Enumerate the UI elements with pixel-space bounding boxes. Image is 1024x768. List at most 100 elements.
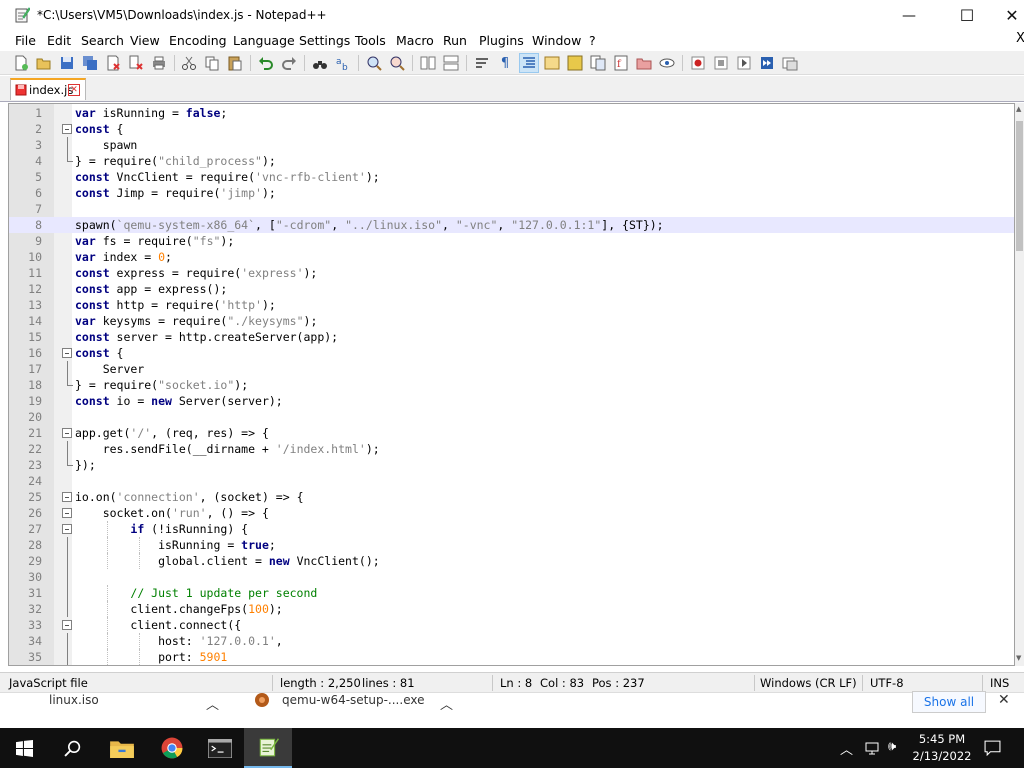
notification-icon[interactable] — [984, 739, 1001, 756]
close-all-button[interactable] — [127, 54, 145, 72]
run-macro-multiple-button[interactable] — [758, 54, 776, 72]
sync-horizontal-button[interactable] — [442, 54, 460, 72]
code-line[interactable]: 24 — [9, 473, 1014, 489]
chevron-up-icon[interactable]: ︿ — [440, 694, 453, 713]
show-all-downloads-button[interactable]: Show all — [912, 691, 986, 713]
new-file-button[interactable] — [12, 54, 30, 72]
taskbar-command-prompt[interactable] — [196, 728, 244, 768]
menu-help[interactable]: ? — [589, 33, 596, 48]
code-line[interactable]: 5 const VncClient = require('vnc-rfb-clie… — [9, 169, 1014, 185]
menu-encoding[interactable]: Encoding — [169, 33, 227, 48]
scrollbar-thumb[interactable] — [1016, 121, 1023, 251]
close-file-button[interactable] — [104, 54, 122, 72]
cut-button[interactable] — [180, 54, 198, 72]
code-line[interactable]: 2 const { — [9, 121, 1014, 137]
close-button[interactable]: ✕ — [989, 0, 1024, 31]
search-taskbar-button[interactable] — [48, 728, 96, 768]
code-line[interactable]: 13 const http = require('http'); — [9, 297, 1014, 313]
udl-button[interactable] — [543, 54, 561, 72]
menu-close-doc-button[interactable]: X — [1016, 31, 1024, 46]
taskbar-notepadpp[interactable] — [244, 728, 292, 768]
download-item-qemu-setup[interactable]: qemu-w64-setup-....exe ︿ — [240, 693, 468, 729]
code-line[interactable]: 32 client.changeFps(100); — [9, 601, 1014, 617]
save-all-button[interactable] — [81, 54, 99, 72]
fold-toggle[interactable] — [62, 508, 72, 518]
close-download-bar-icon[interactable]: ✕ — [998, 692, 1010, 708]
paste-button[interactable] — [226, 54, 244, 72]
code-line[interactable]: 16 const { — [9, 345, 1014, 361]
vertical-scrollbar[interactable]: ▲ ▼ — [1015, 103, 1024, 666]
doc-map-button[interactable] — [566, 54, 584, 72]
code-line[interactable]: 34 host: '127.0.0.1', — [9, 633, 1014, 649]
minimize-button[interactable]: — — [886, 0, 932, 31]
code-line[interactable]: 6 const Jimp = require('jimp'); — [9, 185, 1014, 201]
code-line[interactable]: 33 client.connect({ — [9, 617, 1014, 633]
undo-button[interactable] — [257, 54, 275, 72]
taskbar-chrome[interactable] — [148, 728, 196, 768]
code-line[interactable]: 35 port: 5901 — [9, 649, 1014, 665]
code-line[interactable]: 17 Server — [9, 361, 1014, 377]
code-line[interactable]: 4} = require("child_process"); — [9, 153, 1014, 169]
code-line[interactable]: 22 res.sendFile(__dirname + '/index.html… — [9, 441, 1014, 457]
menu-file[interactable]: File — [15, 33, 36, 48]
menu-macro[interactable]: Macro — [396, 33, 434, 48]
title-bar[interactable]: *C:\Users\VM5\Downloads\index.js - Notep… — [0, 0, 1024, 31]
code-line[interactable]: 31 // Just 1 update per second — [9, 585, 1014, 601]
tab-close-button[interactable]: ✕ — [68, 84, 80, 96]
open-file-button[interactable] — [35, 54, 53, 72]
fold-toggle[interactable] — [62, 428, 72, 438]
code-line[interactable]: 20 — [9, 409, 1014, 425]
code-line[interactable]: 27 if (!isRunning) { — [9, 521, 1014, 537]
doc-list-button[interactable] — [589, 54, 607, 72]
zoom-out-button[interactable] — [388, 54, 406, 72]
code-line[interactable]: 30 — [9, 569, 1014, 585]
code-line[interactable]: 10 var index = 0; — [9, 249, 1014, 265]
start-button[interactable] — [0, 728, 48, 768]
fold-toggle[interactable] — [62, 620, 72, 630]
volume-icon[interactable]: 🕪 — [888, 739, 896, 754]
network-icon[interactable] — [864, 740, 880, 756]
menu-tools[interactable]: Tools — [355, 33, 386, 48]
folder-workspace-button[interactable] — [635, 54, 653, 72]
print-button[interactable] — [150, 54, 168, 72]
menu-settings[interactable]: Settings — [299, 33, 350, 48]
code-editor[interactable]: 1 var isRunning = false; 2 const {3 spawn 4}… — [8, 103, 1015, 666]
word-wrap-button[interactable] — [473, 54, 491, 72]
code-line[interactable]: 18} = require("socket.io"); — [9, 377, 1014, 393]
code-line[interactable]: 12 const app = express(); — [9, 281, 1014, 297]
replace-button[interactable]: ab — [334, 54, 352, 72]
menu-window[interactable]: Window — [532, 33, 581, 48]
code-line[interactable]: 14 var keysyms = require("./keysyms"); — [9, 313, 1014, 329]
copy-button[interactable] — [203, 54, 221, 72]
menu-plugins[interactable]: Plugins — [479, 33, 524, 48]
code-line[interactable]: 8 spawn(`qemu-system-x86_64`, ["-cdrom", … — [9, 217, 1014, 233]
tab-index-js[interactable]: index.js ✕ — [10, 78, 86, 100]
save-button[interactable] — [58, 54, 76, 72]
find-button[interactable] — [311, 54, 329, 72]
code-line[interactable]: 1 var isRunning = false; — [9, 105, 1014, 121]
system-clock[interactable]: 5:45 PM 2/13/2022 — [912, 731, 972, 765]
code-line[interactable]: 23}); — [9, 457, 1014, 473]
code-line[interactable]: 15 const server = http.createServer(app); — [9, 329, 1014, 345]
code-line[interactable]: 29 global.client = new VncClient(); — [9, 553, 1014, 569]
scroll-up-arrow[interactable]: ▲ — [1016, 105, 1021, 113]
code-line[interactable]: 11 const express = require('express'); — [9, 265, 1014, 281]
code-line[interactable]: 7 — [9, 201, 1014, 217]
stop-macro-button[interactable] — [712, 54, 730, 72]
menu-view[interactable]: View — [130, 33, 160, 48]
code-line[interactable]: 21 app.get('/', (req, res) => { — [9, 425, 1014, 441]
fold-toggle[interactable] — [62, 492, 72, 502]
fold-toggle[interactable] — [62, 348, 72, 358]
menu-language[interactable]: Language — [233, 33, 295, 48]
sync-vertical-button[interactable] — [419, 54, 437, 72]
menu-edit[interactable]: Edit — [47, 33, 71, 48]
scroll-down-arrow[interactable]: ▼ — [1016, 654, 1021, 662]
zoom-in-button[interactable] — [365, 54, 383, 72]
code-line[interactable]: 28 isRunning = true; — [9, 537, 1014, 553]
play-macro-button[interactable] — [735, 54, 753, 72]
code-line[interactable]: 26 socket.on('run', () => { — [9, 505, 1014, 521]
fold-toggle[interactable] — [62, 524, 72, 534]
redo-button[interactable] — [280, 54, 298, 72]
maximize-button[interactable]: ☐ — [944, 0, 990, 31]
show-all-chars-button[interactable]: ¶ — [496, 54, 514, 72]
